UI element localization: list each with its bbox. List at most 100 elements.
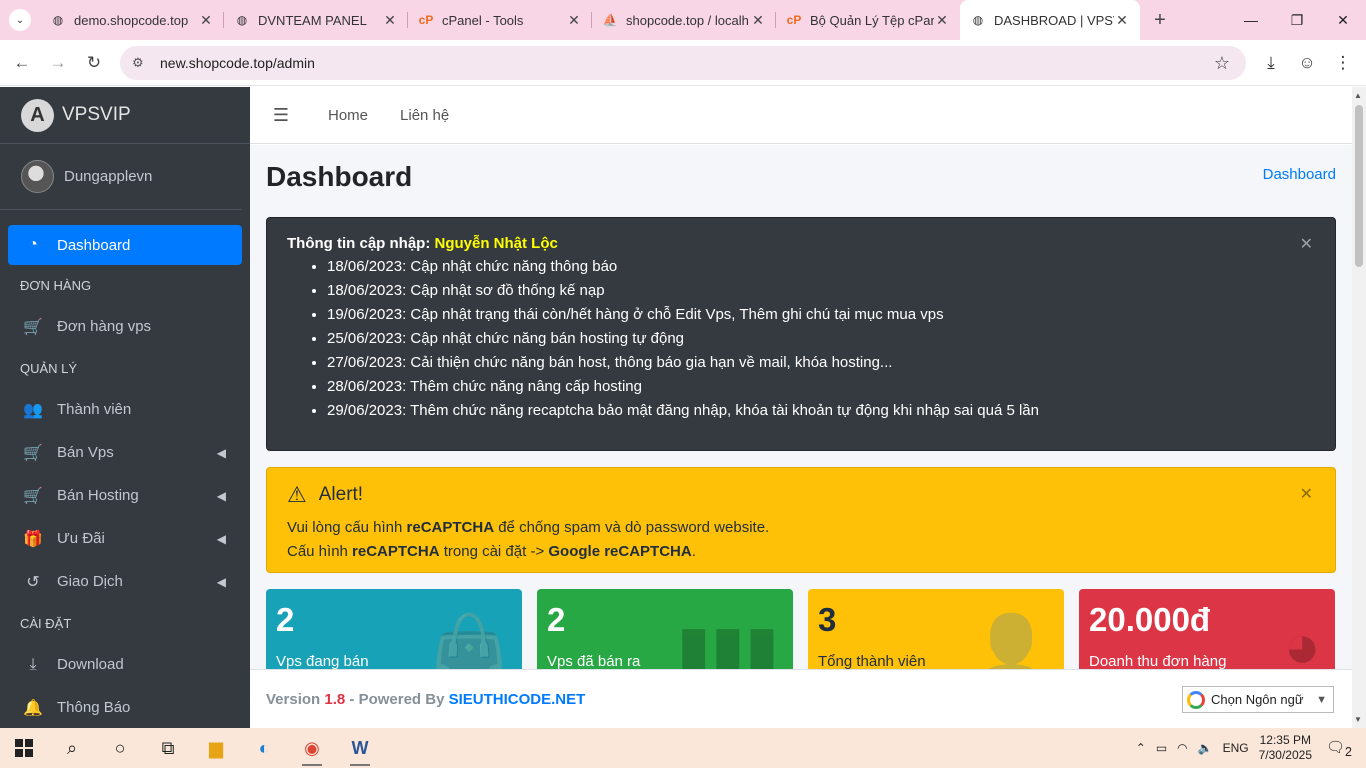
task-view-icon[interactable]: ⧉ (144, 728, 192, 768)
list-item: 27/06/2023: Cải thiện chức năng bán host… (327, 351, 1315, 375)
list-item: 18/06/2023: Cập nhật sơ đồ thống kế nạp (327, 279, 1315, 303)
scroll-down-icon[interactable]: ▼ (1354, 715, 1362, 724)
stat-card-vps-selling[interactable]: 2 Vps đang bán 👜 (266, 589, 522, 669)
taskbar: ⌕ ○ ⧉ ▆ ◐ ◉ W ⌃ ▭ ◠ 🔈 ENG 12:35 PM 7/30/… (0, 728, 1366, 768)
chrome-icon[interactable]: ◉ (288, 728, 336, 768)
stat-card-vps-sold[interactable]: 2 Vps đã bán ra ▮▮▮ (537, 589, 793, 669)
url-text[interactable]: new.shopcode.top/admin (160, 55, 315, 71)
scroll-up-icon[interactable]: ▲ (1354, 91, 1362, 100)
sidebar-item-members[interactable]: 👥 Thành viên (8, 388, 242, 431)
browser-tab[interactable]: ◍ demo.shopcode.top ✕ (40, 0, 224, 40)
notification-center-icon[interactable]: 🗨2 (1326, 738, 1352, 759)
word-icon[interactable]: W (336, 728, 384, 768)
bell-icon: 🔔 (23, 699, 43, 717)
profile-icon[interactable]: ☺ (1292, 48, 1322, 78)
sidebar-item-orders-vps[interactable]: 🛒 Đơn hàng vps (8, 305, 242, 348)
search-icon[interactable]: ⌕ (48, 728, 96, 768)
dropdown-arrow-icon: ▼ (1316, 693, 1327, 706)
nav-link-contact[interactable]: Liên hệ (384, 107, 465, 124)
close-tab-icon[interactable]: ✕ (198, 12, 214, 29)
sidebar-item-promo[interactable]: 🎁 Ưu Đãi ◀ (8, 517, 242, 560)
breadcrumb-dashboard[interactable]: Dashboard (1263, 166, 1336, 183)
edge-icon[interactable]: ◐ (240, 728, 288, 768)
back-icon[interactable]: ← (4, 53, 40, 73)
cart-plus-icon: 🛒 (23, 487, 43, 505)
sidebar-item-sell-vps[interactable]: 🛒 Bán Vps ◀ (8, 431, 242, 474)
close-icon[interactable]: ✕ (1300, 484, 1313, 504)
site-info-icon[interactable]: ⚙ (132, 55, 154, 71)
sidebar-item-notify[interactable]: 🔔 Thông Báo (8, 686, 242, 728)
minimize-icon[interactable]: — (1228, 0, 1274, 40)
close-tab-icon[interactable]: ✕ (382, 12, 398, 29)
bookmark-star-icon[interactable]: ☆ (1214, 53, 1230, 74)
browser-tab[interactable]: cP cPanel - Tools ✕ (408, 0, 592, 40)
list-item: 28/06/2023: Thêm chức năng nâng cấp host… (327, 375, 1315, 399)
alert-line-1: Vui lòng cấu hình reCAPTCHA để chống spa… (287, 516, 1315, 540)
browser-tab[interactable]: ◍ DVNTEAM PANEL ✕ (224, 0, 408, 40)
chevron-left-icon: ◀ (216, 531, 226, 546)
volume-icon[interactable]: 🔈 (1198, 741, 1213, 755)
sidebar-item-label: Thông Báo (57, 699, 131, 716)
restore-icon[interactable]: ❐ (1274, 0, 1320, 40)
globe-icon: ◍ (972, 13, 984, 27)
close-tab-icon[interactable]: ✕ (934, 12, 950, 29)
gift-icon: 🎁 (23, 530, 43, 548)
hamburger-menu-icon[interactable]: ☰ (250, 105, 312, 126)
close-tab-icon[interactable]: ✕ (566, 12, 582, 29)
forward-icon[interactable]: → (40, 53, 76, 73)
sidebar-item-download[interactable]: ⤓ Download (8, 643, 242, 686)
nav-link-home[interactable]: Home (312, 107, 384, 124)
stat-card-revenue[interactable]: 20.000đ Doanh thu đơn hàng ◕ (1079, 589, 1335, 669)
file-explorer-icon[interactable]: ▆ (192, 728, 240, 768)
version-label: Version (266, 690, 321, 708)
page-scrollbar[interactable]: ▲ ▼ (1352, 87, 1366, 728)
chevron-up-icon[interactable]: ⌃ (1136, 741, 1146, 755)
sidebar-item-label: Thành viên (57, 401, 132, 418)
scrollbar-thumb[interactable] (1355, 105, 1363, 267)
stat-card-members[interactable]: 3 Tổng thành viên 👤 (808, 589, 1064, 669)
update-info-label: Thông tin cập nhập: (287, 235, 431, 252)
sidebar-item-transactions[interactable]: ↺ Giao Dịch ◀ (8, 560, 242, 603)
wifi-icon[interactable]: ◠ (1177, 741, 1187, 755)
notification-count: 2 (1345, 744, 1352, 759)
download-icon[interactable]: ⤓ (1256, 48, 1286, 78)
windows-start-icon[interactable] (0, 728, 48, 768)
update-list: 18/06/2023: Cập nhật chức năng thông báo… (327, 255, 1315, 423)
cortana-icon[interactable]: ○ (96, 728, 144, 768)
close-window-icon[interactable]: ✕ (1320, 0, 1366, 40)
battery-icon[interactable]: ▭ (1156, 741, 1167, 755)
reload-icon[interactable]: ↻ (76, 53, 112, 73)
sidebar-item-sell-hosting[interactable]: 🛒 Bán Hosting ◀ (8, 474, 242, 517)
brand-logo-icon: A (21, 98, 54, 132)
alert-text-bold: reCAPTCHA (352, 543, 440, 560)
new-tab-button[interactable]: + (1140, 9, 1180, 32)
close-tab-icon[interactable]: ✕ (1114, 12, 1130, 29)
browser-tab[interactable]: cP Bộ Quản Lý Tệp cPan ✕ (776, 0, 960, 40)
language-select[interactable]: Chọn Ngôn ngữ ▼ (1182, 686, 1334, 713)
user-plus-icon: 👤 (972, 613, 1050, 669)
powered-by-label: - Powered By (349, 690, 445, 708)
powered-by-link[interactable]: SIEUTHICODE.NET (449, 691, 586, 708)
alert-text: . (691, 543, 696, 560)
sidebar-item-dashboard[interactable]: ◔ Dashboard (8, 225, 242, 265)
globe-icon: ◍ (236, 13, 248, 27)
user-name[interactable]: Dungapplevn (64, 168, 152, 185)
tab-search-button[interactable]: ⌄ (0, 0, 40, 40)
user-panel[interactable]: Dungapplevn (0, 144, 242, 210)
brand-link[interactable]: A VPSVIP (0, 87, 250, 144)
kebab-menu-icon[interactable]: ⋮ (1328, 48, 1358, 78)
input-language[interactable]: ENG (1223, 741, 1249, 755)
browser-tab[interactable]: ⛵ shopcode.top / localh ✕ (592, 0, 776, 40)
close-tab-icon[interactable]: ✕ (750, 12, 766, 29)
close-icon[interactable]: ✕ (1300, 234, 1313, 254)
list-item: 25/06/2023: Cập nhật chức năng bán hosti… (327, 327, 1315, 351)
sidebar-item-label: Bán Vps (57, 444, 114, 461)
warning-triangle-icon: ⚠ (287, 482, 307, 507)
address-bar[interactable]: ⚙ new.shopcode.top/admin ☆ (120, 46, 1246, 80)
cart-plus-icon: 🛒 (23, 444, 43, 462)
browser-tab-active[interactable]: ◍ DASHBROAD | VPSVIP✕ (960, 0, 1140, 40)
sidebar-item-label: Download (57, 656, 124, 673)
version-number: 1.8 (324, 690, 346, 708)
sidebar-header-settings: CÀI ĐẶT (20, 615, 72, 631)
clock[interactable]: 12:35 PM 7/30/2025 (1259, 733, 1312, 763)
